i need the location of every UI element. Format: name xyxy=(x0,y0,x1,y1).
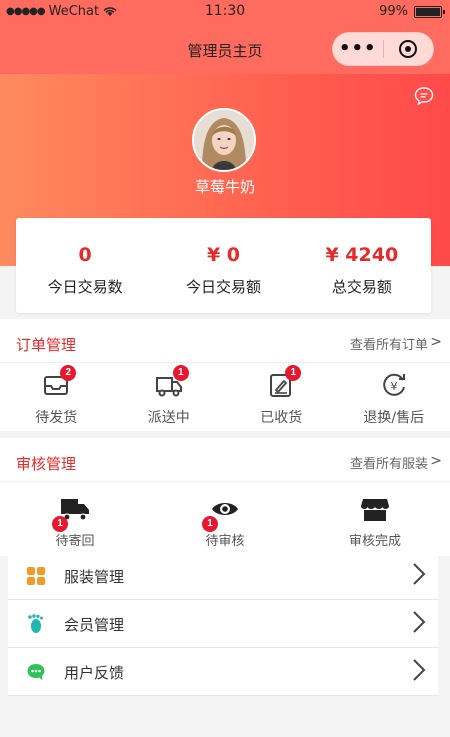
stat-today-count: 0 今日交易数 xyxy=(16,218,154,313)
battery-percent: 99% xyxy=(379,4,408,19)
item-label: 退换/售后 xyxy=(363,410,425,426)
shop-icon xyxy=(361,499,389,521)
link-label: 查看所有服装 xyxy=(349,457,428,472)
order-management-section: 订单管理 查看所有订单 > 2 待发货 1 派送中 1 已收货 ¥ 退换/售后 xyxy=(0,319,450,431)
item-label: 派送中 xyxy=(147,410,190,426)
refund-icon: ¥ xyxy=(383,373,405,396)
section-title: 审核管理 xyxy=(16,455,77,473)
order-received[interactable]: 1 已收货 xyxy=(225,363,338,431)
footprint-icon xyxy=(28,614,43,633)
order-in-delivery[interactable]: 1 派送中 xyxy=(113,363,226,431)
stat-today-amount: ¥ 0 今日交易额 xyxy=(154,218,292,313)
review-management-section: 审核管理 查看所有服装 > 1 待寄回 1 待审核 审核完成 xyxy=(0,438,450,556)
item-label: 待发货 xyxy=(35,410,78,426)
chevron-right-icon: > xyxy=(430,453,442,469)
review-completed[interactable]: 审核完成 xyxy=(300,482,450,556)
avatar-image xyxy=(194,110,254,170)
menu-item-feedback[interactable]: 用户反馈 xyxy=(8,648,438,696)
menu-label: 服装管理 xyxy=(64,568,125,586)
more-menu-button[interactable]: ••• xyxy=(333,32,383,66)
chevron-right-icon xyxy=(413,659,426,681)
badge: 1 xyxy=(202,516,218,532)
stat-label: 今日交易额 xyxy=(185,278,261,296)
item-label: 已收货 xyxy=(260,410,303,426)
menu-item-members[interactable]: 会员管理 xyxy=(8,600,438,648)
chevron-right-icon xyxy=(413,563,426,585)
stat-label: 总交易额 xyxy=(331,278,392,296)
order-refund[interactable]: ¥ 退换/售后 xyxy=(338,363,450,431)
item-label: 待审核 xyxy=(205,534,245,549)
stat-value: ¥ 4240 xyxy=(325,244,399,266)
menu-list: 服装管理 会员管理 用户反馈 xyxy=(8,552,438,696)
item-label: 审核完成 xyxy=(348,534,401,549)
chat-bubble-icon xyxy=(27,664,45,680)
stat-value: ¥ 0 xyxy=(206,244,241,266)
order-pending-ship[interactable]: 2 待发货 xyxy=(0,363,113,431)
status-bar: ●●●●● WeChat 11:30 99% xyxy=(0,0,450,24)
stat-total-amount: ¥ 4240 总交易额 xyxy=(293,218,431,313)
chevron-right-icon xyxy=(413,611,426,633)
nav-bar: 管理员主页 ••• xyxy=(0,24,450,74)
grid-icon xyxy=(27,567,45,585)
username: 草莓牛奶 xyxy=(194,178,255,196)
message-icon[interactable] xyxy=(414,86,434,106)
view-all-clothing-link[interactable]: 查看所有服装 > xyxy=(349,453,442,472)
badge: 1 xyxy=(52,516,68,532)
battery-icon xyxy=(414,5,445,18)
miniprogram-capsule: ••• xyxy=(332,32,434,66)
stat-label: 今日交易数 xyxy=(47,278,123,296)
close-button[interactable] xyxy=(384,40,434,58)
stats-card: 0 今日交易数 ¥ 0 今日交易额 ¥ 4240 总交易额 xyxy=(16,218,431,313)
svg-text:¥: ¥ xyxy=(390,380,397,393)
menu-label: 用户反馈 xyxy=(64,664,125,682)
stat-value: 0 xyxy=(78,244,92,266)
menu-label: 会员管理 xyxy=(64,616,125,634)
badge: 1 xyxy=(285,365,302,381)
menu-item-clothing[interactable]: 服装管理 xyxy=(8,552,438,600)
chevron-right-icon: > xyxy=(430,334,442,350)
badge: 2 xyxy=(60,365,77,381)
review-pending-audit[interactable]: 1 待审核 xyxy=(150,482,300,556)
avatar[interactable] xyxy=(192,108,256,172)
item-label: 待寄回 xyxy=(55,534,95,549)
badge: 1 xyxy=(172,365,189,381)
close-circle-icon xyxy=(399,40,418,58)
review-pending-return[interactable]: 1 待寄回 xyxy=(0,482,150,556)
link-label: 查看所有订单 xyxy=(349,338,428,353)
section-title: 订单管理 xyxy=(16,336,77,354)
view-all-orders-link[interactable]: 查看所有订单 > xyxy=(349,334,442,353)
